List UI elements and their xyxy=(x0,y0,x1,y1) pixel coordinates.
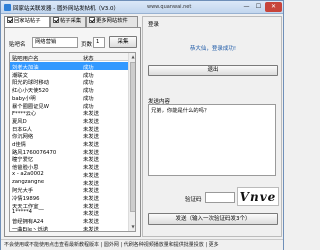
login-success-message: 恭大仙，登录成功! xyxy=(189,46,237,52)
column-header-status: 状态 xyxy=(83,56,94,62)
checkbox-icon xyxy=(89,16,95,23)
tab-more-software[interactable]: 更多网站软件 xyxy=(86,16,138,27)
window-url: www.quanwai.net xyxy=(147,4,192,10)
collect-button[interactable]: 采集 xyxy=(109,36,137,48)
app-icon xyxy=(4,4,11,11)
maximize-button[interactable]: ☐ xyxy=(253,2,264,12)
status-cell: 未发送 xyxy=(83,226,99,232)
tab-label: 回家站帖子 xyxy=(14,18,41,24)
left-panel: 贴吧名 网络营销 页数 1 采集 贴吧用户名 状态 刘老大加油 成功 潮联文 成功 阳光… xyxy=(4,27,141,237)
main-window: 回家站关联发器 - 圆外网站发帖机（V3.0） www.quanwai.net … xyxy=(0,0,284,250)
page-label: 页数 xyxy=(81,42,93,48)
list-scrollbar[interactable]: ▲ ▼ xyxy=(128,53,135,231)
captcha-image[interactable]: Vnve xyxy=(237,187,279,206)
close-button[interactable]: ✕ xyxy=(265,2,282,12)
keyword-input[interactable]: 网络营销 xyxy=(32,37,78,48)
window-title: 回家站关联发器 - 圆外网站发帖机（V3.0） xyxy=(13,6,119,12)
captcha-label: 验证码 xyxy=(185,197,202,203)
logout-button[interactable]: 退出 xyxy=(148,65,278,76)
scroll-thumb[interactable] xyxy=(130,62,135,212)
keyword-label: 贴吧名 xyxy=(9,42,26,48)
username-cell: zangzangne xyxy=(12,178,45,185)
scroll-up-icon[interactable]: ▲ xyxy=(129,53,135,61)
login-panel: 登录 恭大仙，登录成功! 退出 发送内容 兄弟，你能是什么的吗？ 验证码 Vnv… xyxy=(142,16,282,237)
user-list[interactable]: 贴吧用户名 状态 刘老大加油 成功 潮联文 成功 阳光的球时移动 成功 红心小天使520 成功… xyxy=(9,52,136,232)
scroll-down-icon[interactable]: ▼ xyxy=(129,223,135,231)
table-row[interactable]: 一曲Eile丶烁诺 未发送 xyxy=(10,224,128,232)
status-bar[interactable]: 不会使用或不能使用点击查看最新教程版本 | 圆外网 | 代刷各种视频播放量和提供… xyxy=(1,239,283,250)
minimize-button[interactable]: — xyxy=(241,2,252,12)
checkbox-icon xyxy=(7,16,13,23)
login-group-label: 登录 xyxy=(148,22,160,28)
title-bar: 回家站关联发器 - 圆外网站发帖机（V3.0） www.quanwai.net … xyxy=(1,1,283,14)
checkbox-icon xyxy=(53,16,59,23)
username-cell: x - a2a0002 xyxy=(12,170,44,177)
send-button[interactable]: 发送（输入一次验证码发3个） xyxy=(148,213,278,225)
captcha-input[interactable] xyxy=(205,192,235,203)
tab-label: 帖子采集 xyxy=(60,18,82,24)
tab-label: 更多网站软件 xyxy=(96,18,128,24)
column-header-username: 贴吧用户名 xyxy=(12,56,39,62)
username-cell: 1*****4 xyxy=(12,209,32,216)
page-input[interactable]: 1 xyxy=(93,37,105,48)
username-cell: 一曲Eile丶烁诺 xyxy=(12,226,49,232)
list-header: 贴吧用户名 状态 xyxy=(10,53,128,62)
content-textarea[interactable]: 兄弟，你能是什么的吗？ xyxy=(148,104,276,176)
tab-post-collect[interactable]: 帖子采集 xyxy=(50,16,86,27)
